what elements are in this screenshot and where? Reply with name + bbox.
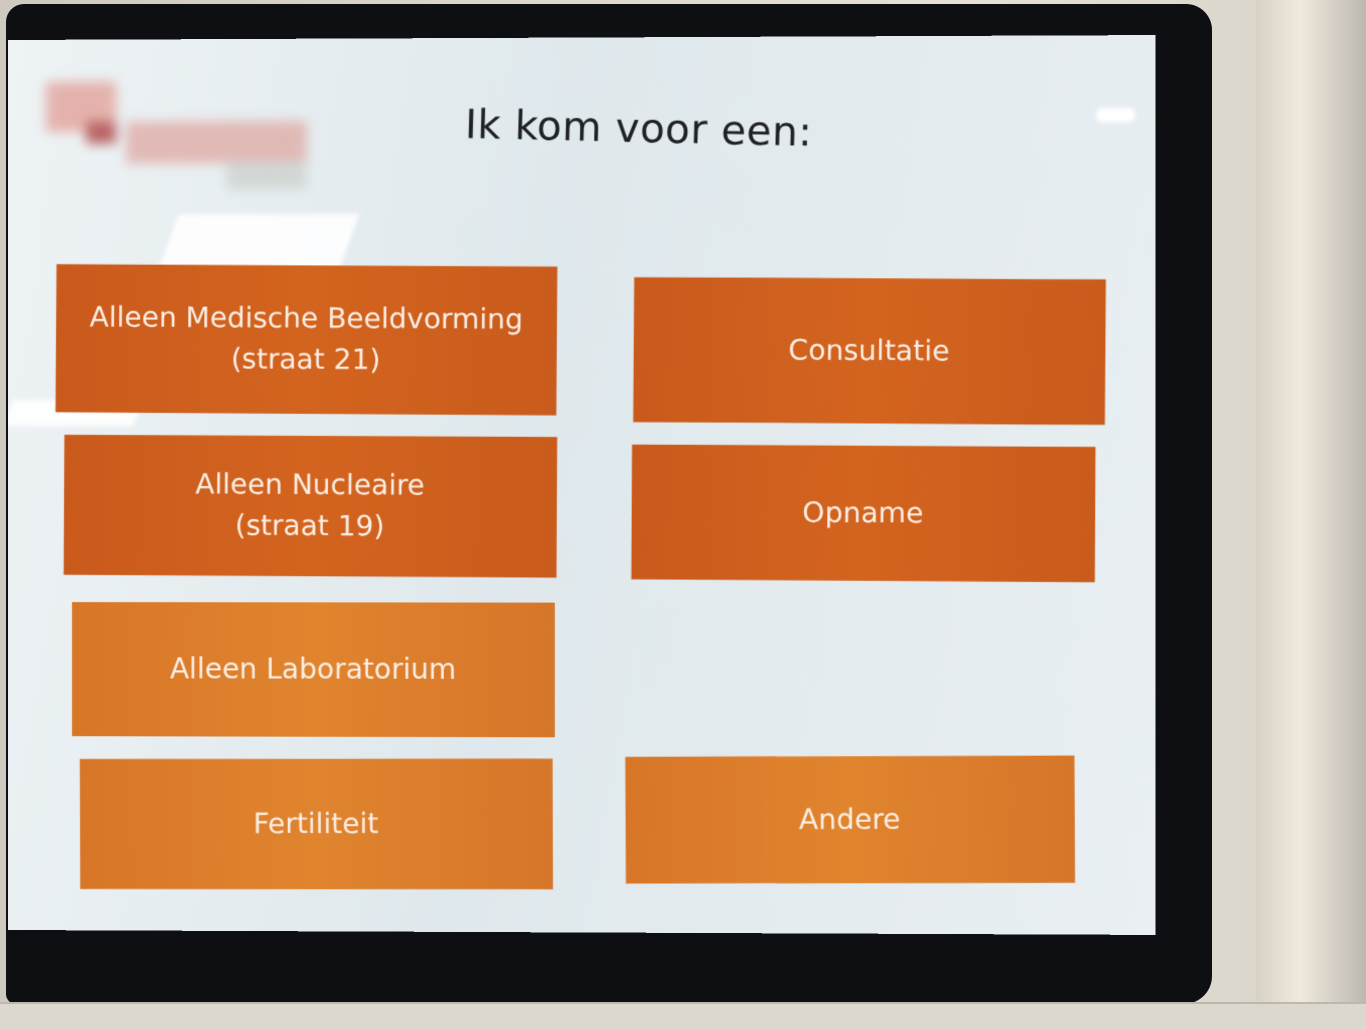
option-label: Consultatie	[788, 333, 950, 368]
option-consultatie-button[interactable]: Consultatie	[633, 277, 1106, 425]
ceiling-light-reflection	[158, 214, 360, 271]
option-andere-button[interactable]: Andere	[625, 755, 1076, 884]
page-title: Ik kom voor een:	[464, 101, 814, 156]
option-sublabel: (straat 21)	[230, 342, 381, 377]
option-medische-beeldvorming-button[interactable]: Alleen Medische Beeldvorming (straat 21)	[55, 264, 558, 416]
blurred-logo	[46, 81, 307, 192]
option-label: Fertiliteit	[253, 806, 379, 840]
option-label: Alleen Medische Beeldvorming	[89, 300, 524, 337]
option-label: Opname	[802, 495, 924, 530]
option-label: Alleen Nucleaire	[195, 467, 425, 503]
option-opname-button[interactable]: Opname	[631, 444, 1096, 583]
option-sublabel: (straat 19)	[234, 508, 385, 543]
option-laboratorium-button[interactable]: Alleen Laboratorium	[72, 602, 555, 738]
option-fertiliteit-button[interactable]: Fertiliteit	[79, 758, 554, 890]
option-label: Alleen Laboratorium	[169, 651, 457, 686]
kiosk-screen: Ik kom voor een: Alleen Medische Beeldvo…	[8, 35, 1156, 935]
kiosk-device: Ik kom voor een: Alleen Medische Beeldvo…	[0, 0, 1366, 1030]
kiosk-casing	[1256, 0, 1366, 1030]
kiosk-base	[0, 1002, 1366, 1030]
screen-glare	[1096, 107, 1136, 123]
option-nucleaire-button[interactable]: Alleen Nucleaire (straat 19)	[63, 434, 558, 578]
option-label: Andere	[798, 802, 901, 836]
